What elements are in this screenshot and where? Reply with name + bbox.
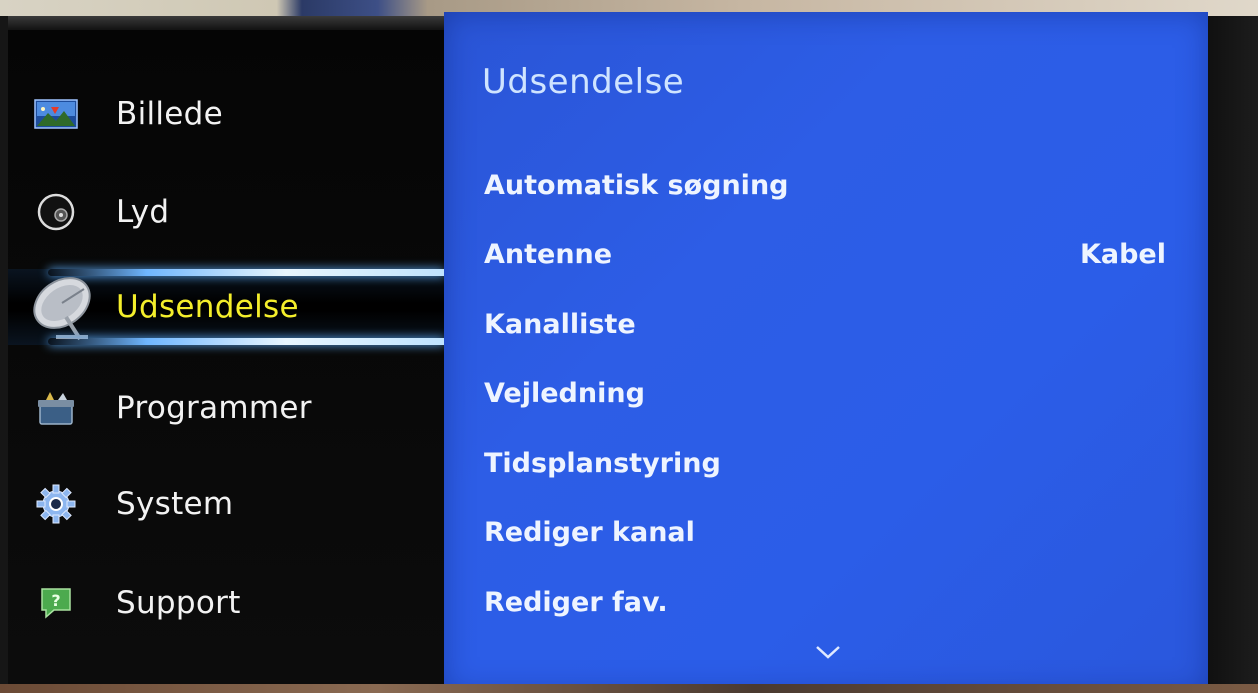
submenu-item-label: Tidsplanstyring bbox=[484, 448, 721, 479]
submenu-item-antenne[interactable]: Antenne Kabel bbox=[444, 231, 1208, 281]
menu-item-system[interactable]: System bbox=[8, 468, 444, 540]
tv-screen: Billede Lyd Udsendelse Programmer System… bbox=[0, 0, 1258, 693]
submenu-item-label: Kanalliste bbox=[484, 309, 636, 340]
svg-text:?: ? bbox=[51, 591, 60, 610]
submenu-item-label: Rediger kanal bbox=[484, 517, 695, 548]
menu-item-billede[interactable]: Billede bbox=[8, 78, 444, 150]
tv-bezel-left bbox=[0, 16, 8, 686]
submenu-item-label: Vejledning bbox=[484, 378, 645, 409]
submenu-item-rediger-fav[interactable]: Rediger fav. bbox=[444, 579, 1208, 629]
menu-item-label: Udsendelse bbox=[116, 289, 299, 325]
submenu-item-vejledning[interactable]: Vejledning bbox=[444, 370, 1208, 420]
submenu-item-rediger-kanal[interactable]: Rediger kanal bbox=[444, 509, 1208, 559]
satellite-dish-icon bbox=[26, 267, 106, 347]
gear-icon bbox=[34, 482, 78, 526]
submenu-item-automatisk-sogning[interactable]: Automatisk søgning bbox=[444, 162, 1208, 212]
chevron-down-icon[interactable] bbox=[814, 642, 842, 662]
menu-item-label: Billede bbox=[116, 96, 224, 132]
submenu-item-value: Kabel bbox=[1079, 239, 1166, 270]
submenu-item-label: Rediger fav. bbox=[484, 587, 668, 618]
menu-item-label: Support bbox=[116, 585, 241, 621]
help-icon: ? bbox=[34, 581, 78, 625]
sound-icon bbox=[34, 190, 78, 234]
menu-item-label: Lyd bbox=[116, 194, 170, 230]
menu-item-label: System bbox=[116, 486, 234, 522]
panel-title: Udsendelse bbox=[482, 62, 685, 102]
submenu-item-label: Antenne bbox=[484, 239, 613, 270]
picture-icon bbox=[34, 92, 78, 136]
submenu-item-tidsplanstyring[interactable]: Tidsplanstyring bbox=[444, 440, 1208, 490]
main-menu: Billede Lyd Udsendelse Programmer System… bbox=[8, 30, 444, 684]
menu-item-lyd[interactable]: Lyd bbox=[8, 176, 444, 248]
photo-background-bottom bbox=[0, 684, 1258, 693]
menu-item-udsendelse[interactable]: Udsendelse bbox=[8, 269, 444, 345]
applications-icon bbox=[34, 386, 78, 430]
tv-bezel-right bbox=[1208, 16, 1258, 686]
submenu-item-kanalliste[interactable]: Kanalliste bbox=[444, 301, 1208, 351]
menu-item-support[interactable]: ? Support bbox=[8, 567, 444, 639]
menu-item-programmer[interactable]: Programmer bbox=[8, 372, 444, 444]
menu-item-label: Programmer bbox=[116, 390, 312, 426]
broadcast-submenu-panel: Udsendelse Automatisk søgning Antenne Ka… bbox=[444, 12, 1208, 693]
submenu-item-label: Automatisk søgning bbox=[484, 170, 789, 201]
